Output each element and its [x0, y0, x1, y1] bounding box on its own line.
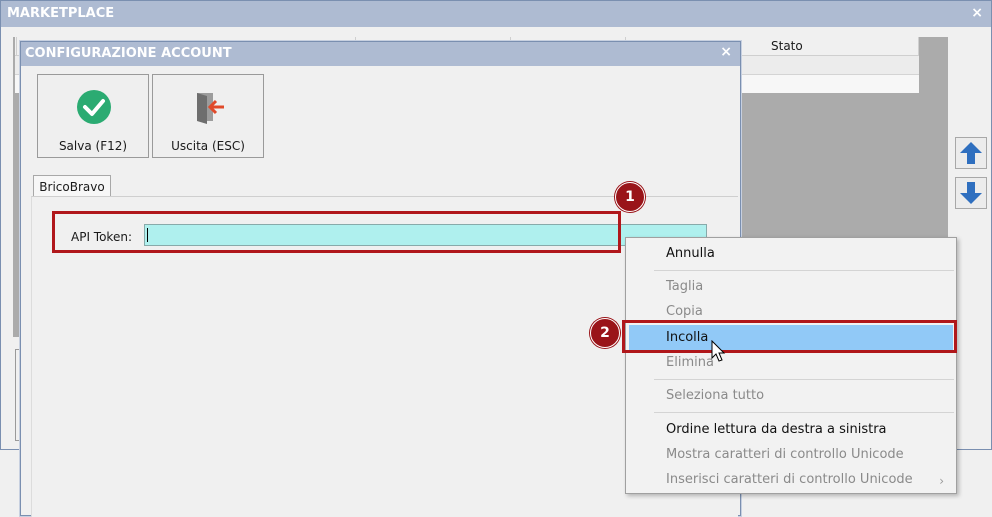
grid-header-stato[interactable]: Stato	[767, 37, 919, 55]
menu-separator	[654, 412, 954, 413]
highlight-incolla	[622, 320, 957, 353]
menu-item-taglia[interactable]: Taglia	[666, 279, 703, 294]
tab-bricobravo[interactable]: BricoBravo	[33, 175, 111, 197]
checkmark-icon	[77, 90, 111, 124]
menu-item-elimina[interactable]: Elimina	[666, 355, 714, 370]
mouse-pointer-icon	[711, 340, 726, 362]
move-up-button[interactable]	[955, 137, 987, 169]
menu-separator	[654, 270, 954, 271]
menu-item-rtl-reading[interactable]: Ordine lettura da destra a sinistra	[666, 422, 887, 437]
move-down-button[interactable]	[955, 177, 987, 209]
menu-item-seleziona-tutto[interactable]: Seleziona tutto	[666, 388, 764, 403]
marketplace-close-icon[interactable]: ×	[971, 5, 983, 21]
save-button[interactable]: Salva (F12)	[37, 74, 149, 158]
grid-header-col	[15, 37, 17, 55]
menu-item-annulla[interactable]: Annulla	[666, 246, 715, 261]
exit-button[interactable]: Uscita (ESC)	[152, 74, 264, 158]
save-button-label: Salva (F12)	[58, 139, 128, 153]
arrow-up-icon	[960, 142, 982, 164]
submenu-chevron-icon: ›	[939, 474, 944, 488]
step-badge-1: 1	[615, 182, 645, 212]
exit-button-label: Uscita (ESC)	[171, 139, 245, 153]
menu-separator	[654, 379, 954, 380]
dialog-close-icon[interactable]: ×	[720, 44, 732, 60]
menu-item-show-unicode[interactable]: Mostra caratteri di controllo Unicode	[666, 447, 904, 462]
dialog-title-bar: CONFIGURAZIONE ACCOUNT	[21, 42, 740, 66]
marketplace-title: MARKETPLACE	[7, 6, 115, 21]
exit-door-icon	[197, 93, 224, 124]
menu-item-copia[interactable]: Copia	[666, 304, 703, 319]
marketplace-title-bar: MARKETPLACE	[1, 1, 991, 27]
step-badge-2: 2	[590, 318, 620, 348]
dialog-title: CONFIGURAZIONE ACCOUNT	[25, 46, 232, 61]
menu-item-insert-unicode[interactable]: Inserisci caratteri di controllo Unicode	[666, 472, 913, 487]
context-menu: Annulla Taglia Copia Incolla Elimina Sel…	[625, 237, 957, 494]
highlight-api-token	[52, 211, 621, 253]
arrow-down-icon	[960, 182, 982, 204]
